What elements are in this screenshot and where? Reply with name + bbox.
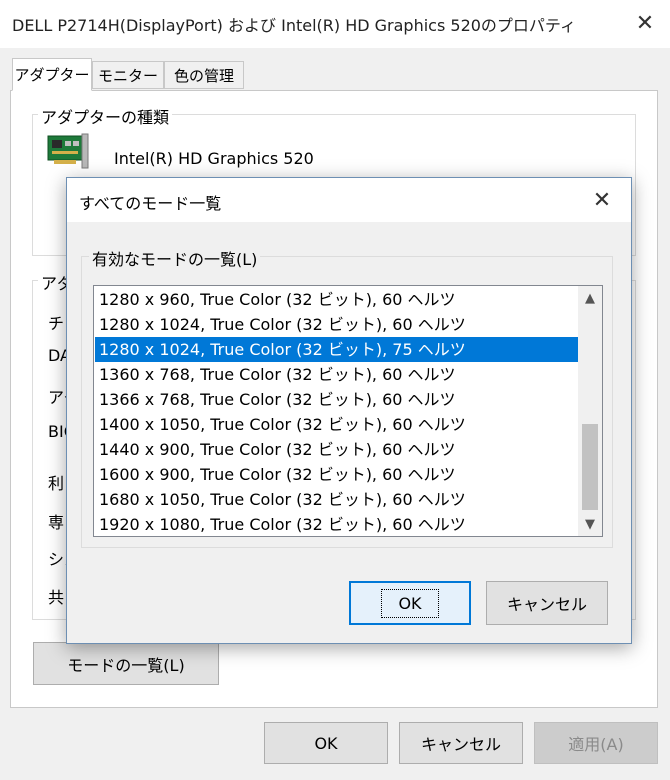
mode-list-item[interactable]: 1366 x 768, True Color (32 ビット), 60 ヘルツ [95,387,579,412]
window-close-icon[interactable]: ✕ [628,6,662,40]
scroll-thumb[interactable] [582,424,598,510]
info-label-shared-memory: 共 [48,588,65,607]
adapter-type-group-label: アダプターの種類 [38,104,173,128]
mode-list-item[interactable]: 1920 x 1080, True Color (32 ビット), 60 ヘルツ [95,512,579,536]
list-all-modes-button[interactable]: モードの一覧(L) [33,642,219,685]
mode-list-item[interactable]: 1440 x 900, True Color (32 ビット), 60 ヘルツ [95,437,579,462]
tab-adapter[interactable]: アダプター [12,58,92,91]
window-title: DELL P2714H(DisplayPort) および Intel(R) HD… [12,16,576,35]
modes-listbox[interactable]: 1280 x 960, True Color (32 ビット), 60 ヘルツ … [93,285,603,537]
ok-button[interactable]: OK [264,722,388,764]
tab-monitor[interactable]: モニター [92,61,164,89]
mode-list-item-selected[interactable]: 1280 x 1024, True Color (32 ビット), 75 ヘルツ [95,337,579,362]
dialog-cancel-button[interactable]: キャンセル [486,581,608,625]
mode-list-item[interactable]: 1360 x 768, True Color (32 ビット), 60 ヘルツ [95,362,579,387]
scroll-down-icon[interactable]: ▼ [578,512,602,536]
tab-color-management[interactable]: 色の管理 [164,61,244,89]
modes-scrollbar[interactable]: ▲ ▼ [578,286,602,536]
mode-list-item[interactable]: 1600 x 900, True Color (32 ビット), 60 ヘルツ [95,462,579,487]
dialog-ok-button[interactable]: OK [349,581,471,625]
info-label-dedicated-memory: 専 [48,513,65,532]
dialog-title: すべてのモード一覧 [79,194,222,213]
mode-list-item[interactable]: 1280 x 1024, True Color (32 ビット), 60 ヘルツ [95,312,579,337]
scroll-up-icon[interactable]: ▲ [578,286,602,310]
info-label-available-memory: 利 [48,474,65,493]
mode-list-item[interactable]: 1400 x 1050, True Color (32 ビット), 60 ヘルツ [95,412,579,437]
adapter-name: Intel(R) HD Graphics 520 [114,149,314,168]
mode-list-item[interactable]: 1280 x 960, True Color (32 ビット), 60 ヘルツ [95,287,579,312]
dialog-ok-label: OK [381,588,439,618]
all-modes-dialog: すべてのモード一覧 ✕ 有効なモードの一覧(L) 1280 x 960, Tru… [66,177,632,644]
mode-list-item[interactable]: 1680 x 1050, True Color (32 ビット), 60 ヘルツ [95,487,579,512]
apply-button[interactable]: 適用(A) [534,722,658,764]
valid-modes-group-label: 有効なモードの一覧(L) [89,246,261,270]
cancel-button[interactable]: キャンセル [399,722,523,764]
graphics-card-icon [47,133,89,169]
dialog-close-icon[interactable]: ✕ [585,185,619,215]
